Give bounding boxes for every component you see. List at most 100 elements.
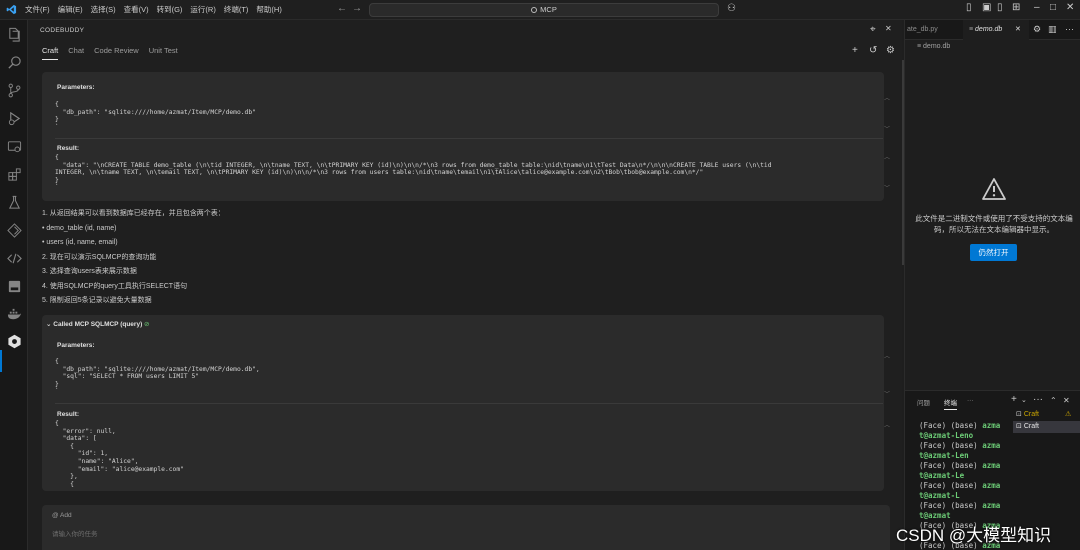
chevron-up-icon[interactable]: ︿: [884, 420, 890, 429]
codebuddy-panel: CODEBUDDY Craft Chat Code Review Unit Te…: [28, 20, 906, 550]
tool-call-title: Called MCP SQLMCP (query): [53, 321, 143, 328]
settings-gear-icon[interactable]: ⚙: [886, 45, 895, 56]
terminal-icon: ⊡: [1016, 411, 1024, 418]
run-debug-icon[interactable]: [6, 110, 22, 126]
menu-view[interactable]: 查看(V): [124, 0, 149, 20]
toggle-secondary-sidebar-icon[interactable]: ▯: [997, 2, 1003, 13]
codebuddy-icon[interactable]: [6, 333, 22, 349]
search-icon[interactable]: [6, 54, 22, 70]
menu-help[interactable]: 帮助(H): [256, 0, 281, 20]
explorer-icon[interactable]: [6, 26, 22, 42]
new-terminal-icon[interactable]: +: [1011, 394, 1017, 405]
menu-terminal[interactable]: 终端(T): [224, 0, 249, 20]
more-tabs-icon[interactable]: ···: [967, 397, 974, 404]
list-item: • demo_table (id, name): [42, 224, 117, 232]
menu-edit[interactable]: 编辑(E): [58, 0, 83, 20]
params-label: Parameters:: [57, 342, 95, 349]
more-actions-icon[interactable]: ···: [1033, 394, 1043, 405]
chat-input-box[interactable]: @ Add 请输入你的任务: [42, 505, 890, 550]
close-tab-icon[interactable]: ✕: [1015, 20, 1021, 40]
menu-file[interactable]: 文件(F): [25, 0, 50, 20]
chevron-down-icon[interactable]: ﹀: [884, 124, 890, 133]
list-item: 3. 选择查询users表来展示数据: [42, 268, 137, 275]
tool-call-card-1: Parameters: { "db_path": "sqlite:////hom…: [42, 72, 890, 201]
terminal-icon: ⊡: [1016, 423, 1024, 430]
search-text: MCP: [540, 5, 557, 14]
add-context-button[interactable]: @ Add: [52, 512, 72, 519]
close-panel-icon[interactable]: ✕: [885, 24, 892, 33]
chevron-down-icon[interactable]: ﹀: [884, 389, 890, 398]
close-panel-icon[interactable]: ✕: [1063, 396, 1070, 405]
tab-unit-test[interactable]: Unit Test: [149, 46, 178, 60]
open-anyway-button[interactable]: 仍然打开: [970, 244, 1017, 261]
layout-icon[interactable]: ⊞: [1012, 2, 1020, 13]
reasoning-list: 1. 从返回结果可以看到数据库已经存在，并且包含两个表： • demo_tabl…: [42, 207, 225, 309]
terminal-dropdown-icon[interactable]: ⌄: [1021, 396, 1027, 404]
tab-terminal[interactable]: 终端: [944, 397, 957, 410]
terminal-line: t@azmat-Le: [919, 471, 965, 480]
tab-craft[interactable]: Craft: [42, 46, 59, 60]
tab-chat[interactable]: Chat: [68, 46, 84, 60]
source-control-icon[interactable]: [6, 82, 22, 98]
divider: [55, 403, 883, 404]
copilot-icon[interactable]: ⚇: [727, 3, 736, 14]
title-bar: 文件(F) 编辑(E) 选择(S) 查看(V) 转到(G) 运行(R) 终端(T…: [0, 0, 1080, 20]
warning-icon: [982, 178, 1006, 200]
chevron-down-icon: ⌄: [46, 321, 52, 328]
toggle-panel-icon[interactable]: ▣: [982, 2, 991, 13]
settings-gear-icon[interactable]: ⚙: [1033, 24, 1041, 35]
command-center-search[interactable]: MCP: [369, 3, 719, 17]
tab-demo-db[interactable]: ≡ demo.db ✕: [963, 20, 1029, 40]
warning-icon: ⚠: [1065, 411, 1072, 418]
back-arrow-icon[interactable]: ←: [337, 3, 347, 14]
binary-file-message: 此文件是二进制文件或使用了不受支持的文本编码，所以无法在文本编辑器中显示。: [915, 214, 1073, 234]
remote-explorer-icon[interactable]: [6, 138, 22, 154]
task-input[interactable]: 请输入你的任务: [52, 528, 98, 538]
tab-create-db-py[interactable]: ate_db.py: [905, 20, 957, 40]
tab-code-review[interactable]: Code Review: [94, 46, 139, 60]
tab-label: ate_db.py: [907, 26, 938, 33]
result-code: { "data": "\nCREATE TABLE demo_table (\n…: [55, 154, 772, 192]
list-item: 2. 现在可以演示SQLMCP的查询功能: [42, 253, 157, 261]
menu-go[interactable]: 转到(G): [157, 0, 183, 20]
check-circle-icon: ⊘: [144, 321, 150, 328]
tool-call-header[interactable]: ⌄ Called MCP SQLMCP (query) ⊘: [46, 320, 150, 328]
more-actions-icon[interactable]: ···: [1065, 24, 1074, 34]
terminal-instance[interactable]: ⊡ Craft: [1013, 421, 1080, 433]
close-window-icon[interactable]: ✕: [1066, 2, 1074, 13]
maximize-icon[interactable]: □: [1050, 2, 1056, 13]
chevron-up-icon[interactable]: ︿: [884, 351, 890, 360]
testing-flask-icon[interactable]: [6, 194, 22, 210]
terminal-line: t@azmat-L: [919, 491, 960, 500]
breadcrumb-file: demo.db: [923, 43, 951, 50]
pin-icon[interactable]: ⌖: [870, 24, 876, 35]
forward-arrow-icon[interactable]: →: [352, 3, 362, 14]
menu-run[interactable]: 运行(R): [190, 0, 215, 20]
new-chat-icon[interactable]: +: [852, 45, 858, 56]
panel-title: CODEBUDDY: [40, 27, 85, 34]
chevron-up-icon[interactable]: ︿: [884, 93, 890, 102]
tab-label: demo.db: [975, 26, 1003, 33]
terminal-line: (Face) (base) azma: [919, 501, 1001, 510]
tab-problems[interactable]: 问题: [917, 397, 930, 407]
breadcrumb[interactable]: ≡ demo.db: [917, 43, 950, 50]
menu-selection[interactable]: 选择(S): [91, 0, 116, 20]
maximize-panel-icon[interactable]: ⌃: [1050, 396, 1057, 405]
toggle-sidebar-icon[interactable]: ▯: [966, 2, 972, 13]
minimize-icon[interactable]: –: [1034, 2, 1040, 13]
chevron-down-icon[interactable]: ﹀: [884, 183, 890, 192]
history-icon[interactable]: ↺: [869, 45, 877, 56]
split-editor-icon[interactable]: ▥: [1048, 24, 1057, 35]
panel-view-icon[interactable]: [6, 278, 22, 294]
chevron-up-icon[interactable]: ︿: [884, 152, 890, 161]
terminal-instance[interactable]: ⊡ Craft ⚠: [1013, 409, 1080, 421]
terminal-line: t@azmat: [919, 511, 951, 520]
docker-icon[interactable]: [6, 306, 22, 322]
deploy-icon[interactable]: [6, 222, 22, 238]
code-icon[interactable]: [6, 250, 22, 266]
vscode-logo-icon: [6, 4, 17, 15]
list-item: 4. 使用SQLMCP的query工具执行SELECT语句: [42, 282, 188, 290]
result-label: Result:: [57, 145, 80, 152]
list-item: 1. 从返回结果可以看到数据库已经存在，并且包含两个表：: [42, 210, 225, 217]
extensions-icon[interactable]: [6, 166, 22, 182]
